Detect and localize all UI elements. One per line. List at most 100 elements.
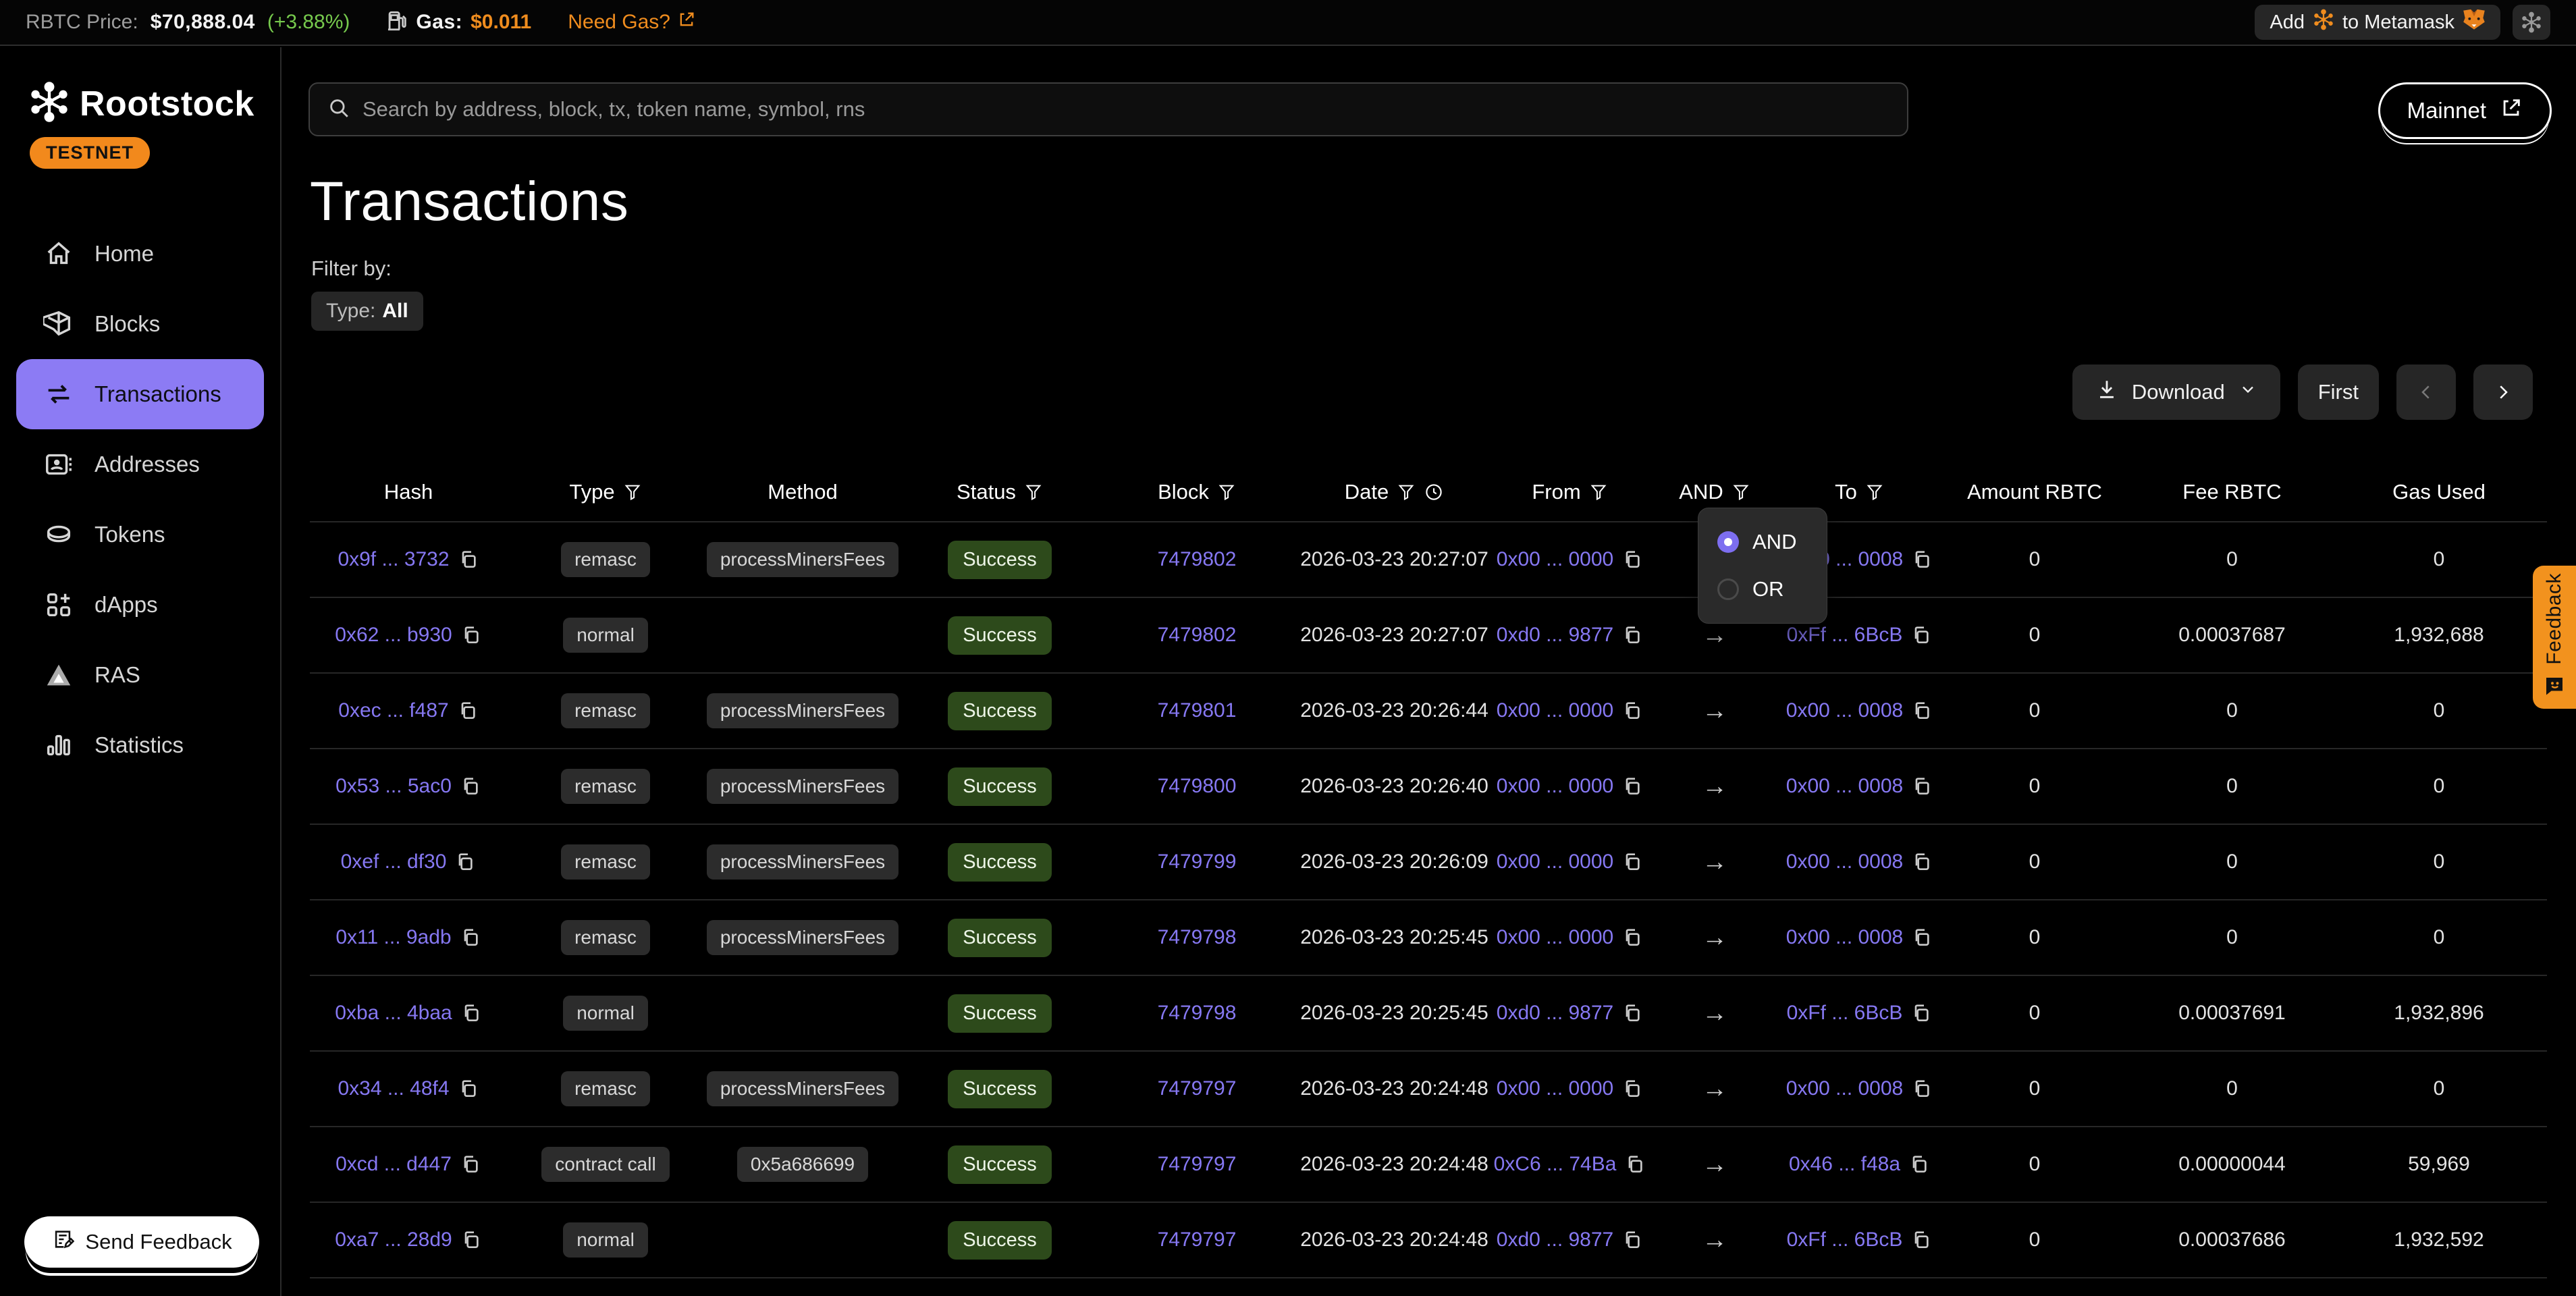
copy-icon[interactable] xyxy=(1621,927,1643,948)
copy-icon[interactable] xyxy=(1911,700,1933,722)
copy-icon[interactable] xyxy=(460,1002,482,1024)
filter-funnel-icon[interactable] xyxy=(1397,482,1416,502)
block-link[interactable]: 7479801 xyxy=(1158,699,1237,722)
tx-hash-link[interactable]: 0xef ... df30 xyxy=(341,850,447,873)
tx-hash-link[interactable]: 0xa7 ... 28d9 xyxy=(335,1228,452,1251)
need-gas-link[interactable]: Need Gas? xyxy=(568,10,696,34)
copy-icon[interactable] xyxy=(1621,776,1643,797)
copy-icon[interactable] xyxy=(460,1154,481,1175)
filter-funnel-icon[interactable] xyxy=(1217,482,1236,502)
filter-funnel-icon[interactable] xyxy=(1024,482,1043,502)
sidebar-item-tokens[interactable]: Tokens xyxy=(16,500,264,570)
copy-icon[interactable] xyxy=(1621,1078,1643,1100)
copy-icon[interactable] xyxy=(1911,851,1933,873)
copy-icon[interactable] xyxy=(1624,1154,1646,1175)
copy-icon[interactable] xyxy=(457,700,479,722)
copy-icon[interactable] xyxy=(458,1078,479,1100)
block-link[interactable]: 7479802 xyxy=(1158,624,1237,647)
column-header-status[interactable]: Status xyxy=(901,463,1098,521)
column-header-block[interactable]: Block xyxy=(1098,463,1295,521)
copy-icon[interactable] xyxy=(1910,1229,1932,1251)
copy-icon[interactable] xyxy=(454,851,476,873)
next-page-button[interactable] xyxy=(2473,364,2533,420)
radio-unselected-icon[interactable] xyxy=(1717,578,1739,600)
copy-icon[interactable] xyxy=(1911,927,1933,948)
sidebar-item-dapps[interactable]: dApps xyxy=(16,570,264,640)
from-address-link[interactable]: 0xd0 ... 9877 xyxy=(1497,1228,1613,1251)
copy-icon[interactable] xyxy=(458,549,479,570)
to-address-link[interactable]: 0x00 ... 0008 xyxy=(1786,775,1903,798)
to-address-link[interactable]: 0xFf ... 6BcB xyxy=(1787,1002,1903,1025)
sidebar-item-transactions[interactable]: Transactions xyxy=(16,359,264,429)
copy-icon[interactable] xyxy=(1621,1002,1643,1024)
search-input[interactable] xyxy=(363,97,1889,122)
tx-hash-link[interactable]: 0x11 ... 9adb xyxy=(336,926,451,949)
mainnet-button[interactable]: Mainnet xyxy=(2378,82,2552,139)
copy-icon[interactable] xyxy=(1908,1154,1930,1175)
tx-hash-link[interactable]: 0x9f ... 3732 xyxy=(338,548,449,571)
sidebar-item-ras[interactable]: RAS xyxy=(16,640,264,710)
feedback-side-tab[interactable]: Feedback xyxy=(2533,566,2576,709)
block-link[interactable]: 7479800 xyxy=(1158,775,1237,798)
to-address-link[interactable]: 0x00 ... 0008 xyxy=(1786,699,1903,722)
tx-hash-link[interactable]: 0x34 ... 48f4 xyxy=(338,1077,449,1100)
add-to-metamask-button[interactable]: Add to Metamask xyxy=(2255,5,2500,40)
copy-icon[interactable] xyxy=(1911,1078,1933,1100)
filter-funnel-icon[interactable] xyxy=(1732,482,1750,502)
to-address-link[interactable]: 0xFf ... 6BcB xyxy=(1787,624,1903,647)
copy-icon[interactable] xyxy=(1621,851,1643,873)
tx-hash-link[interactable]: 0xba ... 4baa xyxy=(335,1002,452,1025)
from-address-link[interactable]: 0x00 ... 0000 xyxy=(1497,548,1613,571)
from-address-link[interactable]: 0xC6 ... 74Ba xyxy=(1494,1153,1617,1176)
copy-icon[interactable] xyxy=(1621,1229,1643,1251)
copy-icon[interactable] xyxy=(460,927,481,948)
column-header-from[interactable]: From xyxy=(1493,463,1646,521)
column-header-date[interactable]: Date xyxy=(1295,463,1493,521)
from-address-link[interactable]: 0x00 ... 0000 xyxy=(1497,775,1613,798)
to-address-link[interactable]: 0x00 ... 0008 xyxy=(1786,1077,1903,1100)
previous-page-button[interactable] xyxy=(2396,364,2456,420)
copy-icon[interactable] xyxy=(1911,549,1933,570)
tx-hash-link[interactable]: 0xcd ... d447 xyxy=(336,1153,452,1176)
copy-icon[interactable] xyxy=(460,776,481,797)
radio-selected-icon[interactable] xyxy=(1717,531,1739,553)
first-page-button[interactable]: First xyxy=(2298,364,2379,420)
sidebar-item-statistics[interactable]: Statistics xyxy=(16,710,264,780)
column-header-type[interactable]: Type xyxy=(507,463,704,521)
from-address-link[interactable]: 0x00 ... 0000 xyxy=(1497,1077,1613,1100)
from-address-link[interactable]: 0x00 ... 0000 xyxy=(1497,926,1613,949)
copy-icon[interactable] xyxy=(460,624,482,646)
copy-icon[interactable] xyxy=(1910,624,1932,646)
copy-icon[interactable] xyxy=(460,1229,482,1251)
filter-funnel-icon[interactable] xyxy=(1865,482,1884,502)
filter-option-and[interactable]: AND xyxy=(1717,530,1827,554)
block-link[interactable]: 7479797 xyxy=(1158,1228,1237,1251)
copy-icon[interactable] xyxy=(1621,549,1643,570)
block-link[interactable]: 7479797 xyxy=(1158,1153,1237,1176)
copy-icon[interactable] xyxy=(1621,700,1643,722)
block-link[interactable]: 7479799 xyxy=(1158,850,1237,873)
from-address-link[interactable]: 0x00 ... 0000 xyxy=(1497,850,1613,873)
filter-funnel-icon[interactable] xyxy=(1589,482,1608,502)
to-address-link[interactable]: 0xFf ... 6BcB xyxy=(1787,1228,1903,1251)
download-button[interactable]: Download xyxy=(2072,364,2280,420)
block-link[interactable]: 7479802 xyxy=(1158,548,1237,571)
brand[interactable]: Rootstock xyxy=(0,47,280,126)
copy-icon[interactable] xyxy=(1910,1002,1932,1024)
tx-hash-link[interactable]: 0xec ... f487 xyxy=(338,699,448,722)
rootstock-icon-button[interactable] xyxy=(2513,5,2550,40)
filter-funnel-icon[interactable] xyxy=(623,482,642,502)
sidebar-item-home[interactable]: Home xyxy=(16,219,264,289)
to-address-link[interactable]: 0x00 ... 0008 xyxy=(1786,850,1903,873)
from-address-link[interactable]: 0xd0 ... 9877 xyxy=(1497,624,1613,647)
copy-icon[interactable] xyxy=(1621,624,1643,646)
copy-icon[interactable] xyxy=(1911,776,1933,797)
sidebar-item-blocks[interactable]: Blocks xyxy=(16,289,264,359)
block-link[interactable]: 7479798 xyxy=(1158,926,1237,949)
clock-icon[interactable] xyxy=(1424,482,1444,502)
block-link[interactable]: 7479798 xyxy=(1158,1002,1237,1025)
to-address-link[interactable]: 0x46 ... f48a xyxy=(1789,1153,1900,1176)
to-address-link[interactable]: 0x00 ... 0008 xyxy=(1786,926,1903,949)
filter-option-or[interactable]: OR xyxy=(1717,577,1827,601)
block-link[interactable]: 7479797 xyxy=(1158,1077,1237,1100)
